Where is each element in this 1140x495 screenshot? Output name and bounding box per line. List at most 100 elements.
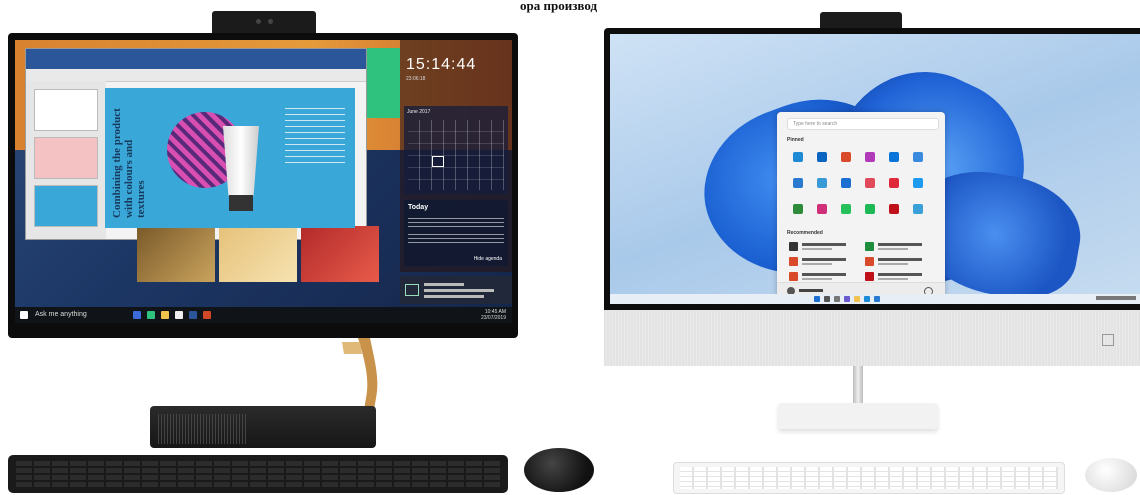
folder-icon[interactable]	[161, 311, 169, 319]
calendar[interactable]: June 2017	[404, 106, 508, 194]
mouse-left	[524, 448, 594, 492]
speaker-grille	[158, 414, 248, 444]
file-icon	[865, 242, 874, 251]
speaker-bar	[604, 310, 1140, 366]
mouse-right	[1085, 458, 1137, 492]
item-subtitle	[802, 263, 832, 265]
edge-icon[interactable]	[147, 311, 155, 319]
games-icon[interactable]	[865, 178, 875, 188]
keyboard-rows	[16, 461, 500, 487]
photo-tile[interactable]	[301, 226, 379, 282]
recommended-label: Recommended	[787, 230, 823, 236]
item-subtitle	[878, 278, 908, 280]
file-icon	[789, 272, 798, 281]
recommended-item[interactable]	[865, 272, 925, 282]
product-cap	[229, 195, 253, 211]
windows-start-icon[interactable]	[814, 296, 820, 302]
xbox-icon[interactable]	[793, 204, 803, 214]
photo-tile[interactable]	[219, 226, 297, 282]
keyboard-rows	[680, 467, 1058, 489]
agenda-heading: Today	[408, 204, 429, 211]
phone-icon[interactable]	[841, 178, 851, 188]
todo-icon[interactable]	[913, 152, 923, 162]
hp-logo	[1102, 334, 1114, 346]
clock-calendar-panel: 15:14:44 23:06:18 June 2017 Today Hide a…	[400, 40, 512, 272]
clock-time: 15:14:44	[406, 56, 477, 73]
store-icon[interactable]	[874, 296, 880, 302]
twitter-icon[interactable]	[913, 178, 923, 188]
search-icon[interactable]	[824, 296, 830, 302]
store-icon[interactable]	[793, 178, 803, 188]
mail-icon[interactable]	[889, 152, 899, 162]
calendar-month: June 2017	[407, 109, 431, 115]
paint-icon[interactable]	[913, 204, 923, 214]
slide-body-text	[285, 108, 345, 168]
start-search-input[interactable]: Type here to search	[787, 118, 939, 130]
slide-thumbnails-panel	[26, 81, 106, 239]
notification-toast[interactable]	[400, 276, 512, 304]
notification-line	[424, 283, 464, 286]
task-view-icon[interactable]	[133, 311, 141, 319]
mail-icon	[405, 284, 419, 296]
item-title	[802, 243, 846, 246]
agenda-item[interactable]	[408, 234, 504, 244]
file-icon	[865, 257, 874, 266]
agenda: Today Hide agenda	[404, 200, 508, 266]
slide-thumbnail[interactable]	[34, 185, 98, 227]
file-icon	[789, 257, 798, 266]
window-ribbon	[26, 49, 366, 69]
recommended-item[interactable]	[789, 272, 849, 282]
slide-canvas: Combining the product with colours and t…	[105, 88, 355, 228]
whatsapp-icon[interactable]	[841, 204, 851, 214]
teams-icon[interactable]	[844, 296, 850, 302]
edge-icon[interactable]	[864, 296, 870, 302]
slide-thumbnail[interactable]	[34, 137, 98, 179]
calendar-grid[interactable]	[408, 120, 504, 190]
agenda-item[interactable]	[408, 218, 504, 228]
item-subtitle	[878, 248, 908, 250]
recommended-item[interactable]	[865, 242, 925, 252]
calendar-selected-day[interactable]	[432, 156, 444, 167]
taskbar-clock[interactable]: 10:45 AM 23/07/2019	[481, 309, 506, 321]
item-subtitle	[878, 263, 908, 265]
item-subtitle	[802, 278, 832, 280]
photos-icon[interactable]	[817, 178, 827, 188]
word-icon[interactable]	[189, 311, 197, 319]
folder-icon[interactable]	[854, 296, 860, 302]
taskbar-date: 23/07/2019	[480, 315, 506, 321]
taskbar-right	[610, 294, 1140, 304]
item-title	[802, 273, 846, 276]
caption-text: ора производ	[520, 0, 598, 13]
recommended-item[interactable]	[789, 257, 849, 267]
onenote-icon[interactable]	[865, 152, 875, 162]
taskbar-tray[interactable]	[1096, 296, 1136, 300]
edge-icon[interactable]	[793, 152, 803, 162]
powerpoint-icon[interactable]	[203, 311, 211, 319]
recommended-item[interactable]	[865, 257, 925, 267]
hide-agenda-link[interactable]: Hide agenda	[474, 256, 502, 262]
netflix-icon[interactable]	[889, 204, 899, 214]
file-icon	[789, 242, 798, 251]
start-menu: Type here to search Pinned Recommended	[777, 112, 945, 299]
slide-thumbnail[interactable]	[34, 89, 98, 131]
slide-title: Combining the product with colours and t…	[111, 108, 147, 218]
item-title	[878, 243, 922, 246]
pinterest-icon[interactable]	[889, 178, 899, 188]
word-icon[interactable]	[817, 152, 827, 162]
spotify-icon[interactable]	[865, 204, 875, 214]
lens-icon	[268, 19, 273, 24]
keyboard-right	[673, 462, 1065, 494]
windows-start-icon[interactable]	[20, 311, 28, 319]
powerpoint-icon[interactable]	[841, 152, 851, 162]
screen-right: Type here to search Pinned Recommended	[610, 34, 1140, 304]
instagram-icon[interactable]	[817, 204, 827, 214]
recommended-item[interactable]	[789, 242, 849, 252]
lens-icon	[256, 19, 261, 24]
notification-line	[424, 295, 484, 298]
taskbar-search[interactable]: Ask me anything	[35, 311, 87, 318]
store-icon[interactable]	[175, 311, 183, 319]
green-tile	[365, 48, 400, 118]
clock-date: 23:06:18	[406, 76, 426, 82]
photo-tile[interactable]	[137, 226, 215, 282]
task-view-icon[interactable]	[834, 296, 840, 302]
